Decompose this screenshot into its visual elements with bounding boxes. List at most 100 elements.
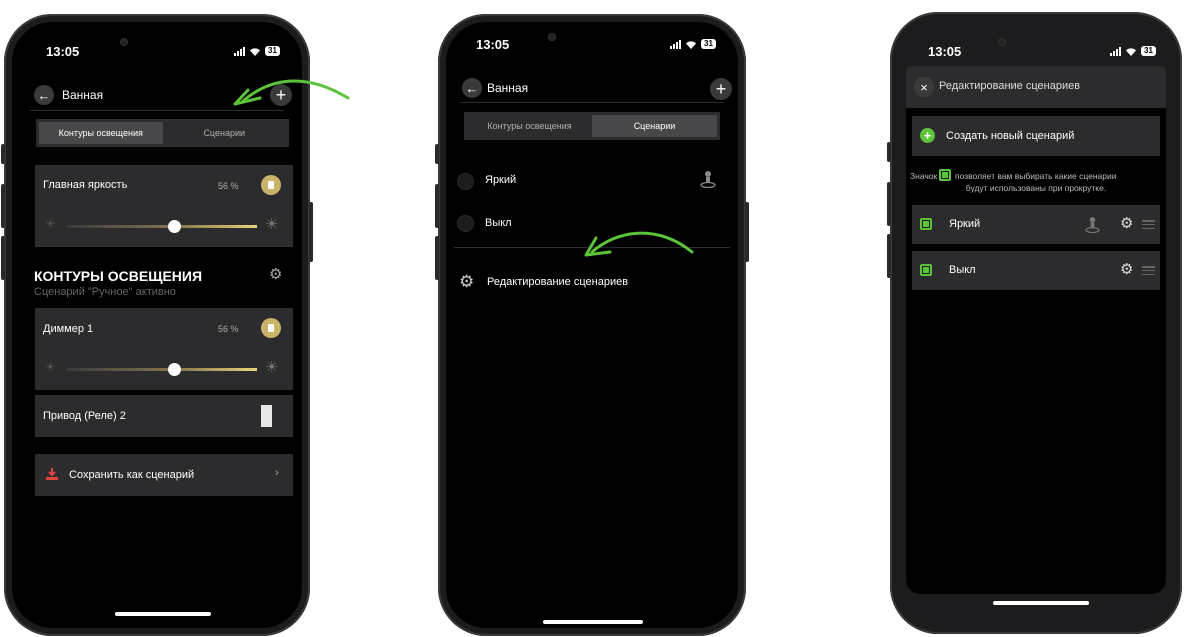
status-icons: 31 (1110, 46, 1156, 56)
scenario-label[interactable]: Выкл (485, 217, 512, 229)
save-icon (46, 468, 58, 480)
sun-icon: ☀ (265, 216, 279, 233)
save-scenario-label: Сохранить как сценарий (69, 469, 195, 481)
status-time: 13:05 (476, 37, 510, 52)
main-brightness-card: Главная яркость 56 % ☀ ☀ (35, 165, 293, 247)
sun-icon: ☀ (265, 359, 279, 376)
side-button (887, 234, 891, 278)
edit-scenarios-label[interactable]: Редактирование сценариев (487, 276, 628, 288)
scenario-label[interactable]: Яркий (485, 174, 516, 186)
battery-icon: 31 (265, 46, 280, 56)
section-title: КОНТУРЫ ОСВЕЩЕНИЯ (34, 268, 203, 284)
home-indicator (543, 620, 643, 624)
tab-lighting-circuits[interactable]: Контуры освещения (467, 115, 592, 137)
dimmer-card: Диммер 1 56 % ☀ ☀ (35, 308, 293, 390)
back-arrow-icon[interactable]: ← (462, 78, 482, 98)
divider (460, 102, 724, 103)
wifi-icon (250, 47, 260, 56)
create-scenario-label: Создать новый сценарий (946, 130, 1075, 142)
save-scenario-row[interactable]: Сохранить как сценарий › (35, 454, 293, 496)
dimmer-value: 56 % (218, 324, 239, 334)
dimmer-slider[interactable] (67, 368, 257, 371)
gear-icon[interactable]: ⚙ (1120, 260, 1133, 278)
person-icon (700, 171, 716, 188)
slider-knob[interactable] (168, 363, 181, 376)
phone-3: 13:05 31 × Редактирование сценариев + Со… (887, 12, 1182, 634)
scenario-radio[interactable] (457, 173, 474, 190)
bulb-icon[interactable] (261, 175, 281, 195)
signal-icon (234, 46, 245, 56)
wifi-icon (1126, 47, 1136, 56)
annotation-arrow (584, 231, 694, 257)
tab-lighting-circuits[interactable]: Контуры освещения (39, 122, 163, 144)
wifi-icon (686, 40, 696, 49)
side-button (887, 142, 891, 162)
modal-title: Редактирование сценариев (939, 80, 1081, 92)
screen: 13:05 31 ← Ванная + Контуры освещения Сц… (446, 22, 738, 628)
side-button (887, 182, 891, 226)
status-time: 13:05 (928, 44, 962, 59)
chevron-right-icon: › (275, 467, 279, 479)
slider-knob[interactable] (168, 220, 181, 233)
dimmer-label: Диммер 1 (43, 323, 94, 335)
scenario-row[interactable]: Выкл ⚙ (912, 251, 1160, 290)
tab-scenarios[interactable]: Сценарии (592, 115, 717, 137)
main-brightness-label: Главная яркость (43, 179, 128, 191)
close-icon[interactable]: × (914, 77, 934, 97)
create-scenario-row[interactable]: + Создать новый сценарий (912, 116, 1160, 156)
scroll-toggle-icon (939, 169, 951, 181)
brightness-slider[interactable] (67, 225, 257, 228)
battery-icon: 31 (1141, 46, 1156, 56)
status-time: 13:05 (46, 44, 80, 59)
scenario-label: Выкл (949, 264, 976, 276)
gear-icon[interactable]: ⚙ (269, 265, 282, 283)
signal-icon (1110, 46, 1121, 56)
camera-dot (120, 38, 128, 46)
side-button (435, 236, 439, 280)
screen: 13:05 31 × Редактирование сценариев + Со… (898, 20, 1174, 626)
phone-2: 13:05 31 ← Ванная + Контуры освещения Сц… (435, 14, 749, 636)
bulb-icon[interactable] (261, 318, 281, 338)
tab-scenarios[interactable]: Сценарии (163, 122, 287, 144)
relay-toggle[interactable] (261, 405, 272, 427)
note-line-1: позволяет вам выбирать какие сценарии (955, 171, 1117, 181)
side-button (309, 202, 313, 262)
relay-label: Привод (Реле) 2 (43, 410, 126, 422)
sun-icon: ☀ (45, 360, 56, 374)
note-prefix: Значок (910, 171, 938, 181)
tab-bar: Контуры освещения Сценарии (36, 119, 289, 147)
page-title: Ванная (62, 88, 104, 102)
page-title: Ванная (487, 81, 529, 95)
drag-handle-icon[interactable] (1142, 220, 1155, 229)
scroll-toggle-icon[interactable] (920, 264, 932, 276)
main-brightness-value: 56 % (218, 181, 239, 191)
camera-dot (998, 38, 1006, 46)
back-arrow-icon[interactable]: ← (34, 85, 54, 105)
gear-icon[interactable]: ⚙ (1120, 214, 1133, 232)
status-icons: 31 (670, 39, 716, 49)
side-button (435, 184, 439, 228)
annotation-arrow (233, 79, 350, 106)
scenario-label: Яркий (949, 218, 981, 230)
gear-icon: ⚙ (459, 272, 475, 291)
relay-card[interactable]: Привод (Реле) 2 (35, 395, 293, 437)
status-icons: 31 (234, 46, 280, 56)
scroll-toggle-icon[interactable] (920, 218, 932, 230)
side-button (435, 144, 439, 164)
scenario-radio[interactable] (457, 215, 474, 232)
side-button (1, 144, 5, 164)
scenario-row[interactable]: Яркий ⚙ (912, 205, 1160, 244)
plus-icon: + (920, 128, 935, 143)
camera-dot (548, 33, 556, 41)
side-button (745, 202, 749, 262)
drag-handle-icon[interactable] (1142, 266, 1155, 275)
signal-icon (670, 39, 681, 49)
person-icon[interactable] (1085, 216, 1100, 233)
home-indicator (115, 612, 211, 616)
plus-icon[interactable]: + (710, 78, 732, 100)
side-button (1, 236, 5, 280)
note-line-2: будут использованы при прокрутке. (965, 183, 1107, 193)
battery-icon: 31 (701, 39, 716, 49)
home-indicator (993, 601, 1089, 605)
tab-bar: Контуры освещения Сценарии (464, 112, 720, 140)
